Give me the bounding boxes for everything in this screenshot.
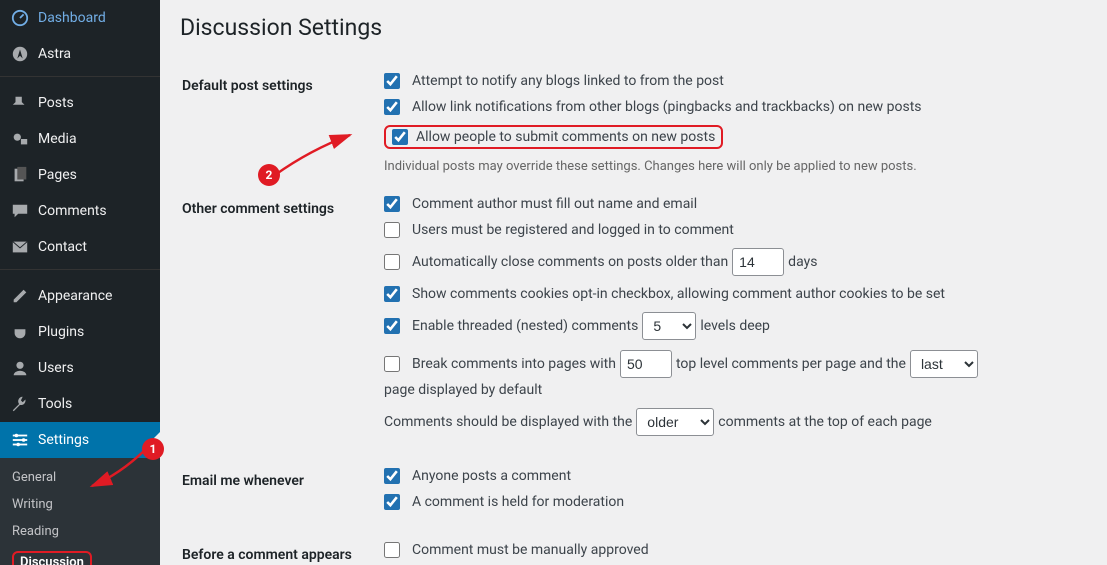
option-label: A comment is held for moderation	[412, 494, 624, 510]
settings-submenu: General Writing Reading Discussion Media…	[0, 458, 160, 565]
checkbox-auto-close[interactable]	[384, 254, 400, 270]
sidebar-item-media[interactable]: Media	[0, 121, 160, 157]
sidebar-item-label: Pages	[38, 167, 77, 183]
select-thread-depth[interactable]: 5	[642, 312, 696, 340]
comments-icon	[10, 201, 30, 221]
checkbox-threaded[interactable]	[384, 318, 400, 334]
submenu-label: General	[12, 470, 56, 485]
sidebar-item-label: Dashboard	[38, 10, 106, 26]
sidebar-item-plugins[interactable]: Plugins	[0, 314, 160, 350]
annotation-badge-1: 1	[142, 438, 164, 460]
sidebar-item-users[interactable]: Users	[0, 350, 160, 386]
checkbox-break-pages[interactable]	[384, 356, 400, 372]
option-label: Enable threaded (nested) comments	[412, 318, 638, 334]
submenu-label: Reading	[12, 524, 59, 539]
section-default-post: Default post settings	[182, 63, 382, 184]
plug-icon	[10, 322, 30, 342]
input-close-days[interactable]	[732, 248, 784, 276]
text-post: page displayed by default	[384, 382, 542, 398]
dashboard-icon	[10, 8, 30, 28]
option-label: Attempt to notify any blogs linked to fr…	[412, 73, 724, 89]
submenu-reading[interactable]: Reading	[0, 518, 160, 545]
submenu-label: Discussion	[20, 555, 84, 565]
sidebar-item-label: Appearance	[38, 288, 112, 304]
text-order-pre: Comments should be displayed with the	[384, 414, 632, 430]
sidebar-item-settings[interactable]: Settings	[0, 422, 160, 458]
brush-icon	[10, 286, 30, 306]
sidebar-item-astra[interactable]: Astra	[0, 36, 160, 72]
envelope-icon	[10, 237, 30, 257]
sidebar-item-label: Contact	[38, 239, 87, 255]
checkbox-author-fill[interactable]	[384, 196, 400, 212]
separator	[0, 269, 160, 274]
annotation-badge-2: 2	[258, 164, 280, 186]
media-icon	[10, 129, 30, 149]
sidebar-item-dashboard[interactable]: Dashboard	[0, 0, 160, 36]
wrench-icon	[10, 394, 30, 414]
sidebar-item-contact[interactable]: Contact	[0, 229, 160, 265]
option-label: Show comments cookies opt-in checkbox, a…	[412, 286, 945, 302]
sidebar-item-appearance[interactable]: Appearance	[0, 278, 160, 314]
option-label: Automatically close comments on posts ol…	[412, 254, 728, 270]
option-label: Comment author must fill out name and em…	[412, 196, 697, 212]
sidebar-item-label: Plugins	[38, 324, 84, 340]
section-before-appear: Before a comment appears	[182, 532, 382, 565]
sidebar-item-label: Users	[38, 360, 74, 376]
checkbox-cookies-optin[interactable]	[384, 286, 400, 302]
option-label: Anyone posts a comment	[412, 468, 571, 484]
checkbox-allow-comments[interactable]	[392, 129, 408, 145]
option-label: Break comments into pages with	[412, 356, 616, 372]
sidebar-item-posts[interactable]: Posts	[0, 85, 160, 121]
admin-sidebar: Dashboard Astra Posts Media Pages Commen…	[0, 0, 160, 565]
sliders-icon	[10, 430, 30, 450]
option-label: Users must be registered and logged in t…	[412, 222, 734, 238]
sidebar-item-tools[interactable]: Tools	[0, 386, 160, 422]
sidebar-item-pages[interactable]: Pages	[0, 157, 160, 193]
checkbox-manual-approve[interactable]	[384, 542, 400, 558]
pages-icon	[10, 165, 30, 185]
default-post-description: Individual posts may override these sett…	[384, 159, 1075, 174]
checkbox-allow-pingbacks[interactable]	[384, 99, 400, 115]
pin-icon	[10, 93, 30, 113]
text-mid: top level comments per page and the	[676, 356, 906, 372]
submenu-writing[interactable]: Writing	[0, 491, 160, 518]
submenu-label: Writing	[12, 497, 53, 512]
checkbox-held-moderation[interactable]	[384, 494, 400, 510]
sidebar-item-label: Media	[38, 131, 77, 147]
select-comment-order[interactable]: older	[636, 408, 714, 436]
sidebar-item-label: Settings	[38, 432, 89, 448]
option-label: Allow link notifications from other blog…	[412, 99, 922, 115]
sidebar-item-comments[interactable]: Comments	[0, 193, 160, 229]
content-area: Discussion Settings Default post setting…	[160, 0, 1107, 565]
checkbox-must-register[interactable]	[384, 222, 400, 238]
sidebar-item-label: Posts	[38, 95, 74, 111]
sidebar-item-label: Comments	[38, 203, 107, 219]
submenu-discussion[interactable]: Discussion	[0, 545, 160, 565]
section-email-me: Email me whenever	[182, 458, 382, 530]
input-comments-per-page[interactable]	[620, 350, 672, 378]
sidebar-item-label: Tools	[38, 396, 72, 412]
section-other-comment: Other comment settings	[182, 186, 382, 456]
text-order-post: comments at the top of each page	[718, 414, 932, 430]
text-days: days	[788, 254, 817, 270]
users-icon	[10, 358, 30, 378]
page-title: Discussion Settings	[180, 14, 1087, 41]
checkbox-anyone-posts[interactable]	[384, 468, 400, 484]
astra-icon	[10, 44, 30, 64]
sidebar-item-label: Astra	[38, 46, 71, 62]
text-levels: levels deep	[700, 318, 770, 334]
submenu-general[interactable]: General	[0, 464, 160, 491]
select-default-page[interactable]: last	[910, 350, 978, 378]
option-label: Comment must be manually approved	[412, 542, 649, 558]
separator	[0, 76, 160, 81]
option-label: Allow people to submit comments on new p…	[416, 129, 715, 145]
checkbox-notify-blogs[interactable]	[384, 73, 400, 89]
